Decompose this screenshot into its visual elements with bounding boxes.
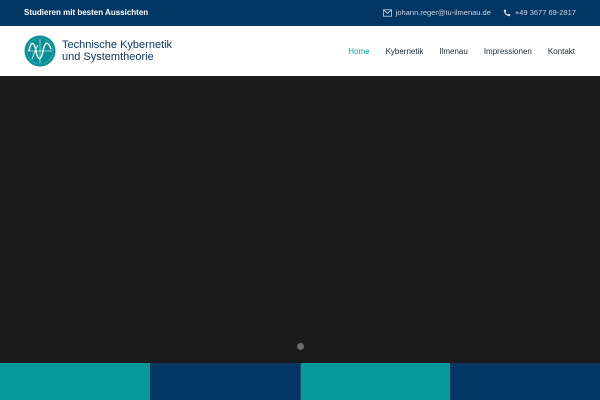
email-link[interactable]: johann.reger@tu-ilmenau.de [382, 8, 491, 17]
feature-tile-2[interactable] [150, 363, 300, 400]
hero-slider [0, 76, 600, 363]
phone-icon [503, 9, 511, 16]
feature-tile-4[interactable] [450, 363, 600, 400]
site-logo[interactable]: Technische Kybernetik und Systemtheorie [24, 35, 172, 67]
tile-divider [300, 363, 301, 400]
tagline: Studieren mit besten Aussichten [24, 8, 149, 17]
contact-info: johann.reger@tu-ilmenau.de +49 3677 69-2… [382, 8, 576, 17]
envelope-icon [382, 8, 392, 17]
email-text: johann.reger@tu-ilmenau.de [395, 8, 491, 17]
feature-tile-1[interactable] [0, 363, 150, 400]
nav-item-kybernetik[interactable]: Kybernetik [386, 47, 424, 56]
top-bar: Studieren mit besten Aussichten johann.r… [0, 0, 600, 26]
main-navigation: Home Kybernetik Ilmenau Impressionen Kon… [332, 26, 575, 76]
nav-item-home[interactable]: Home [348, 47, 369, 56]
sine-wave-logo-icon [24, 35, 56, 67]
logo-wordmark: Technische Kybernetik und Systemtheorie [62, 39, 172, 64]
logo-line-2: und Systemtheorie [62, 51, 154, 63]
phone-link[interactable]: +49 3677 69-2817 [503, 8, 576, 17]
feature-tiles [0, 363, 600, 400]
nav-item-ilmenau[interactable]: Ilmenau [439, 47, 467, 56]
logo-line-1: Technische Kybernetik [62, 38, 173, 51]
feature-tile-3[interactable] [300, 363, 450, 400]
nav-item-kontakt[interactable]: Kontakt [548, 47, 575, 56]
site-header: Technische Kybernetik und Systemtheorie … [0, 26, 600, 76]
phone-text: +49 3677 69-2817 [514, 8, 576, 17]
nav-item-impressionen[interactable]: Impressionen [484, 47, 532, 56]
slider-dot[interactable] [297, 343, 304, 350]
